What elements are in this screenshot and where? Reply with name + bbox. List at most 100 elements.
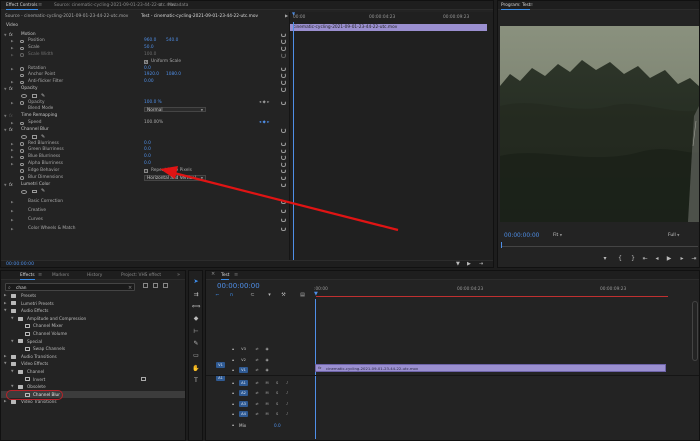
keyframe-nav-icon[interactable]: ◂ ◆ ▸ [259,120,269,127]
stopwatch-icon[interactable] [20,67,24,71]
fx-badge[interactable]: fx [9,32,13,39]
ellipse-mask-icon[interactable] [21,94,27,99]
reset-icon[interactable] [281,175,286,181]
expand-triangle-icon[interactable]: ▶ [11,154,14,161]
collapse-triangle-icon[interactable]: ▼ [4,32,7,39]
lumetri-effect-row[interactable]: ▼ fx Lumetri Color [1,182,289,189]
lock-icon[interactable]: 🔒︎ [230,390,236,396]
effect-controls-timecode[interactable]: 00:00:00:00 [6,262,34,267]
filter-icon[interactable]: ▼ [456,261,460,267]
expand-triangle-icon[interactable]: ▶ [4,292,7,300]
tab-markers[interactable]: Markers [52,272,69,279]
timeline-vertical-scrollbar[interactable] [692,301,698,361]
reset-icon[interactable] [281,66,286,72]
stopwatch-icon[interactable] [20,169,24,173]
expand-triangle-icon[interactable]: ▶ [11,199,14,206]
expand-triangle-icon[interactable]: ▶ [4,353,7,361]
go-to-in-icon[interactable]: ⇤ [641,255,649,263]
microphone-icon[interactable]: ♪ [284,380,290,386]
close-icon[interactable]: × [211,271,215,277]
reset-icon[interactable] [281,87,286,92]
menu-icon[interactable]: ≡ [234,272,240,278]
reset-icon[interactable] [281,148,286,154]
tree-item-video-effects[interactable]: ▼ Video Effects [1,360,185,368]
tree-item-presets[interactable]: ▶ Presets [1,292,185,300]
accelerated-effects-icon[interactable] [143,283,148,288]
lumetri-group-basic[interactable]: ▶ Basic Correction [1,199,289,206]
stopwatch-icon[interactable] [20,46,24,51]
mark-out-icon[interactable]: } [629,255,637,263]
track-name[interactable]: V2 [239,357,248,363]
program-video-frame[interactable] [500,26,699,222]
source-patch-v1[interactable]: V1 [216,362,225,368]
stopwatch-icon[interactable] [20,80,24,85]
lock-icon[interactable]: 🔒︎ [230,401,236,407]
tab-project[interactable]: Project: VHS effect [121,272,161,279]
wrench-icon[interactable]: ⚒ [280,291,287,298]
step-forward-icon[interactable]: ▸ [678,255,686,263]
lock-icon[interactable]: 🔒︎ [230,411,236,417]
sync-lock-icon[interactable]: ⇄ [254,346,260,352]
reset-icon[interactable] [281,73,286,78]
reset-icon[interactable] [281,39,286,44]
reset-icon[interactable] [281,168,286,174]
expand-triangle-icon[interactable]: ▶ [11,161,14,168]
lock-icon[interactable]: 🔒︎ [230,346,236,352]
play-audio-icon[interactable]: ▶ [467,261,471,267]
microphone-icon[interactable]: ♪ [284,401,290,407]
fit-dropdown[interactable]: Fit ▼ [553,233,562,238]
expand-triangle-icon[interactable]: ▶ [11,45,14,52]
solo-button[interactable]: S [274,390,280,396]
sync-lock-icon[interactable]: ⇄ [254,367,260,373]
eye-icon[interactable]: ◉ [264,346,270,352]
pen-mask-icon[interactable]: ✎ [41,93,45,100]
collapse-triangle-icon[interactable]: ▼ [4,86,7,93]
lock-icon[interactable]: 🔒︎ [230,422,236,428]
snap-icon[interactable]: ∩ [228,291,235,298]
track-name[interactable]: A3 [239,400,248,407]
menu-icon[interactable]: ≡ [529,2,535,8]
expand-triangle-icon[interactable]: ▶ [11,100,14,107]
reset-icon[interactable] [281,141,286,147]
expand-triangle-icon[interactable]: ▶ [11,217,14,224]
nest-icon[interactable]: ⌐ [214,291,221,298]
reset-icon[interactable] [281,199,286,205]
play-only-icon[interactable]: ▶ [285,13,288,18]
expand-triangle-icon[interactable]: ▶ [11,66,14,73]
reset-icon[interactable] [281,217,286,223]
menu-icon[interactable]: ≡ [38,2,44,8]
track-name[interactable]: V3 [239,346,248,352]
expand-triangle-icon[interactable]: ▶ [11,38,14,45]
tab-metadata[interactable]: Metadata [168,2,188,9]
lock-icon[interactable]: 🔒︎ [230,380,236,386]
reset-icon[interactable] [281,162,286,167]
lock-icon[interactable]: 🔒︎ [230,367,236,373]
speed-value[interactable]: 100.00% [144,120,163,127]
slip-tool-icon[interactable]: ⊢ [191,327,201,336]
expand-triangle-icon[interactable]: ▶ [11,208,14,215]
step-back-icon[interactable]: ◂ [653,255,661,263]
timeline-clip-v1[interactable]: fx cinematic-cycling-2021-09-01-23-44-22… [315,364,666,372]
tree-item-invert[interactable]: Invert [1,376,185,384]
tree-item-audio-transitions[interactable]: ▶ Audio Transitions [1,353,185,361]
playhead-icon[interactable]: ▼ [314,291,318,297]
sync-lock-icon[interactable]: ⇄ [254,380,260,386]
track-name[interactable]: A4 [239,411,248,418]
reset-icon[interactable] [281,155,286,160]
play-icon[interactable]: ▶ [665,255,673,263]
program-timecode[interactable]: 00:00:00:00 [504,233,539,239]
mini-clip-bar[interactable]: cinematic-cycling-2021-09-01-23-44-22-ut… [290,24,487,31]
microphone-icon[interactable]: ♪ [284,411,290,417]
tree-item-amplitude-compression[interactable]: ▼ Amplitude and Compression [1,315,185,323]
pen-tool-icon[interactable]: ✎ [191,339,201,348]
stopwatch-icon[interactable] [20,101,24,105]
pen-mask-icon[interactable]: ✎ [41,134,45,141]
expand-triangle-icon[interactable]: ▶ [11,141,14,148]
timeline-timecode[interactable]: 00:00:00:00 [217,282,260,290]
sequence-clip-selector[interactable]: Test - cinematic-cycling-2021-09-01-23-4… [141,13,258,20]
scrub-playhead-icon[interactable] [501,242,502,248]
timeline-ruler[interactable]: :00:00 00:00:04:23 00:00:09:23 ▼ [314,282,699,300]
expand-triangle-icon[interactable]: ▶ [11,226,14,233]
yuv-effects-icon[interactable] [163,283,168,288]
microphone-icon[interactable]: ♪ [284,390,290,396]
